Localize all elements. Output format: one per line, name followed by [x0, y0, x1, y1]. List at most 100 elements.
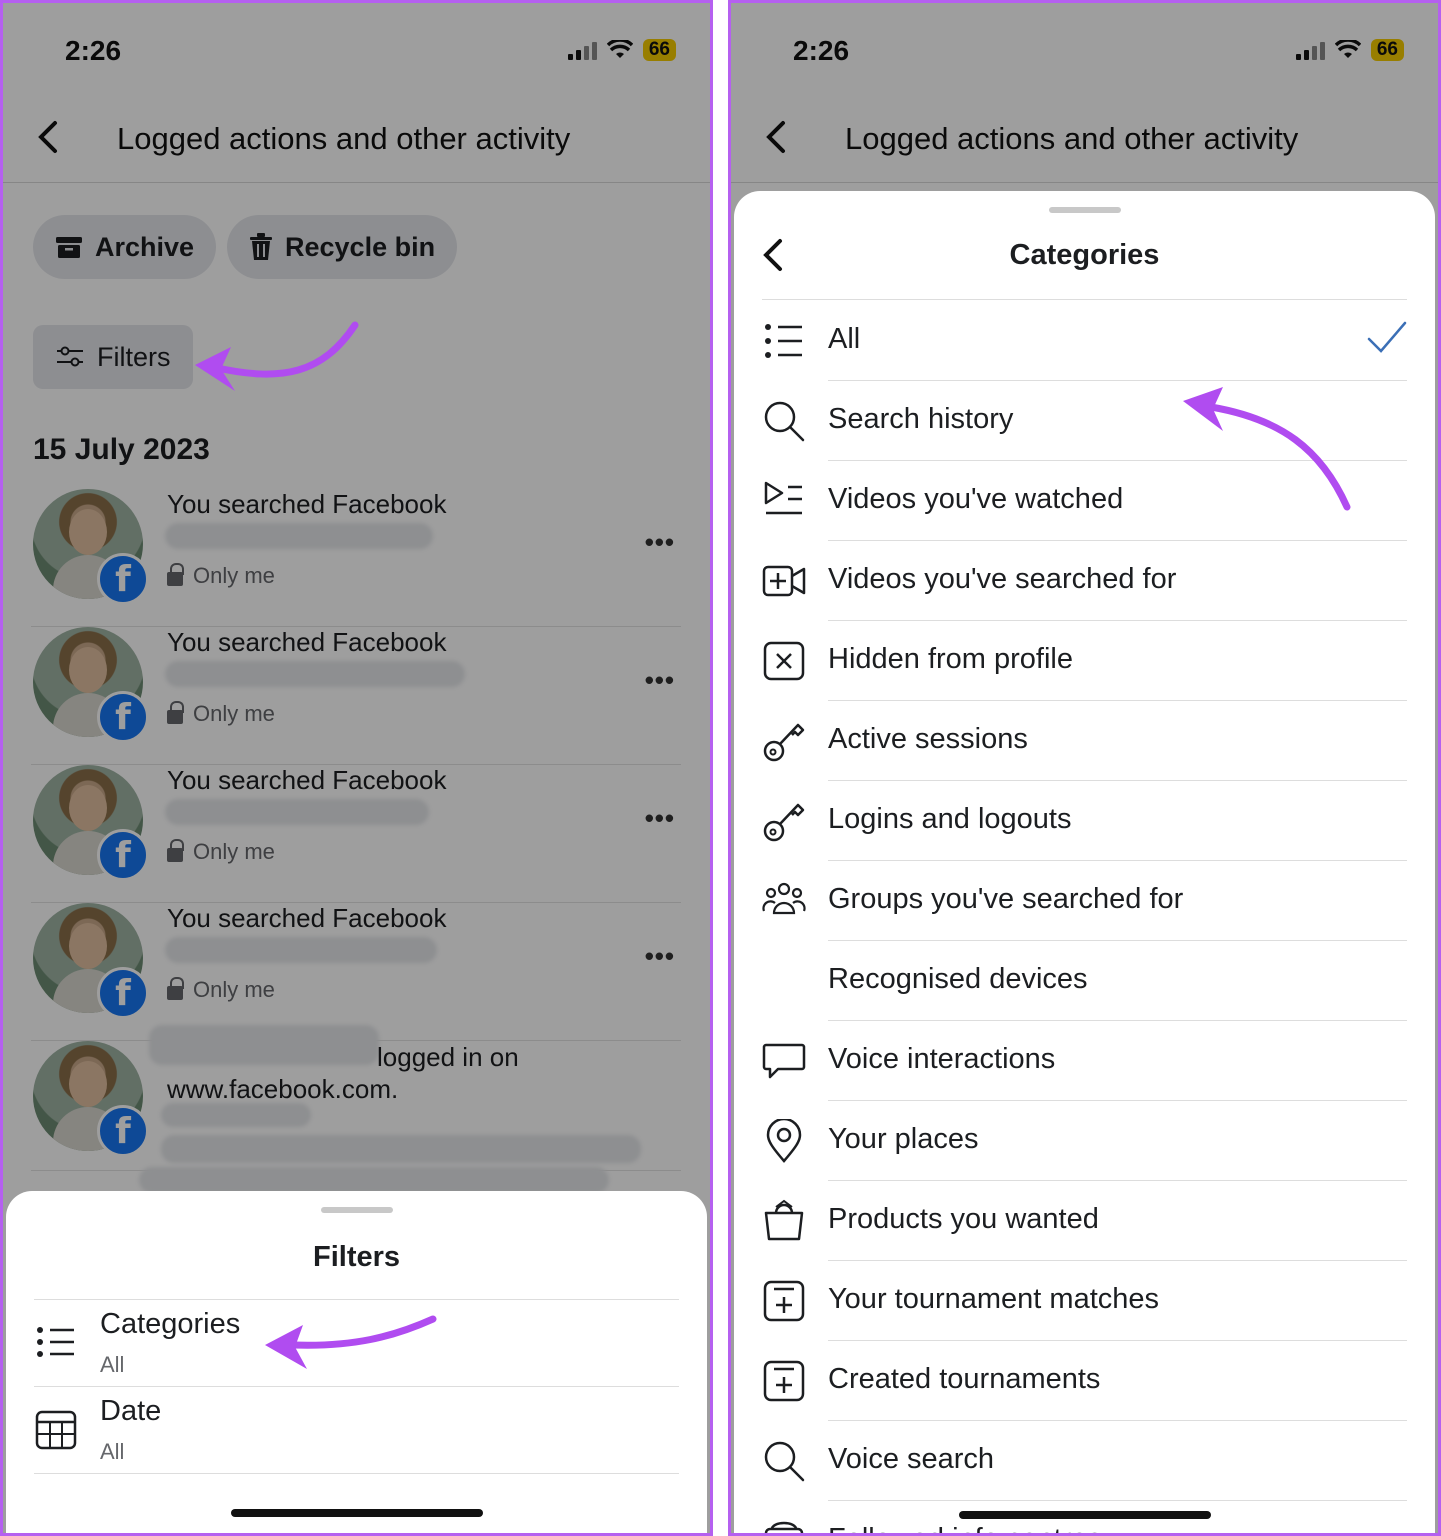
category-item-logins-logouts[interactable]: Logins and logouts: [734, 781, 1407, 861]
facebook-logo-icon: f: [97, 829, 149, 881]
facebook-logo-icon: f: [97, 1105, 149, 1157]
more-options-icon[interactable]: •••: [645, 665, 675, 696]
redacted-search-term: [165, 799, 429, 825]
page-title: Logged actions and other activity: [845, 121, 1299, 156]
trash-icon: [250, 233, 272, 260]
activity-item[interactable]: f You searched Facebook Only me •••: [31, 489, 681, 627]
privacy-text: Only me: [193, 563, 275, 588]
left-screenshot: 2:26 66 Logged actions and other activit…: [0, 0, 713, 1536]
category-item-recognised-devices[interactable]: Recognised devices: [734, 941, 1407, 1021]
categories-filter-row[interactable]: Categories All: [34, 1299, 679, 1387]
activity-item[interactable]: f You searched Facebook Only me •••: [31, 765, 681, 903]
lock-icon: [167, 839, 184, 862]
activity-item[interactable]: f You searched Facebook Only me •••: [31, 627, 681, 765]
cellular-signal-icon: [567, 40, 597, 60]
filters-sheet: Filters Categories All Date All: [6, 1191, 707, 1533]
more-options-icon[interactable]: •••: [645, 803, 675, 834]
page-title: Logged actions and other activity: [117, 121, 571, 156]
facebook-logo-icon: f: [97, 967, 149, 1019]
sheet-grabber[interactable]: [320, 1207, 393, 1213]
facebook-logo-icon: f: [97, 691, 149, 743]
category-item-search-history[interactable]: Search history: [734, 381, 1407, 461]
category-item-voice-interactions[interactable]: Voice interactions: [734, 1021, 1407, 1101]
category-label: Voice search: [828, 1443, 995, 1475]
filters-sheet-title: Filters: [312, 1241, 401, 1273]
hidden-x-icon: [763, 641, 805, 681]
archive-label: Archive: [95, 231, 195, 262]
wifi-icon: [1334, 40, 1361, 58]
filters-button[interactable]: Filters: [33, 325, 193, 389]
location-pin-icon: [766, 1119, 802, 1163]
status-icons: 66: [567, 39, 676, 61]
category-label: All: [828, 323, 861, 355]
tournament-icon: [763, 1280, 805, 1322]
home-indicator: [230, 1509, 483, 1517]
category-item-tournament-matches[interactable]: Your tournament matches: [734, 1261, 1407, 1341]
category-label: Products you wanted: [828, 1203, 1099, 1235]
category-item-products-wanted[interactable]: Products you wanted: [734, 1181, 1407, 1261]
back-arrow-icon[interactable]: [761, 117, 791, 157]
date-value: All: [100, 1439, 125, 1464]
categories-value: All: [100, 1352, 125, 1377]
category-item-created-tournaments[interactable]: Created tournaments: [734, 1341, 1407, 1421]
battery-indicator: 66: [642, 39, 676, 61]
category-item-voice-search[interactable]: Voice search: [734, 1421, 1407, 1501]
activity-item[interactable]: f logged in on www.facebook.com.: [31, 1025, 681, 1171]
activity-title: You searched Facebook: [167, 627, 447, 657]
categories-sheet-title: Categories: [1009, 239, 1160, 271]
category-item-groups-searched[interactable]: Groups you've searched for: [734, 861, 1407, 941]
page-header: Logged actions and other activity: [731, 103, 1438, 183]
status-time: 2:26: [793, 35, 850, 66]
category-label: Videos you've watched: [828, 483, 1124, 515]
date-heading: 15 July 2023: [33, 433, 210, 466]
cellular-signal-icon: [1295, 40, 1325, 60]
category-item-videos-searched[interactable]: Videos you've searched for: [734, 541, 1407, 621]
key-icon: [763, 723, 805, 762]
category-label: Your tournament matches: [828, 1283, 1160, 1315]
shopping-bag-icon: [764, 1199, 804, 1241]
privacy-text: Only me: [193, 701, 275, 726]
activity-item[interactable]: f You searched Facebook Only me •••: [31, 903, 681, 1041]
redacted-detail: [139, 1167, 609, 1193]
category-item-all[interactable]: All: [734, 301, 1407, 381]
category-label: Followed info centres: [828, 1523, 1102, 1533]
category-item-videos-watched[interactable]: Videos you've watched: [734, 461, 1407, 541]
annotation-arrow-filters: [195, 321, 359, 391]
category-label: Groups you've searched for: [828, 883, 1184, 915]
back-arrow-icon[interactable]: [33, 117, 63, 157]
tournament-icon: [763, 1360, 805, 1402]
lock-icon: [167, 563, 184, 586]
recycle-bin-label: Recycle bin: [285, 231, 436, 262]
search-icon: [764, 1441, 805, 1482]
privacy-text: Only me: [193, 839, 275, 864]
category-label: Your places: [828, 1123, 979, 1155]
categories-sheet: Categories All Search history Videos you…: [734, 191, 1435, 1533]
privacy-label: Only me: [167, 701, 275, 727]
privacy-label: Only me: [167, 563, 275, 589]
home-indicator: [958, 1511, 1211, 1519]
date-filter-row[interactable]: Date All: [34, 1386, 679, 1474]
archive-button[interactable]: Archive: [33, 215, 217, 279]
category-label: Logins and logouts: [828, 803, 1072, 835]
activity-title: You searched Facebook: [167, 903, 447, 933]
category-label: Active sessions: [828, 723, 1028, 755]
recycle-bin-button[interactable]: Recycle bin: [227, 215, 458, 279]
activity-login-line2: www.facebook.com.: [167, 1074, 399, 1104]
category-label: Search history: [828, 403, 1014, 435]
category-item-active-sessions[interactable]: Active sessions: [734, 701, 1407, 781]
more-options-icon[interactable]: •••: [645, 941, 675, 972]
category-item-hidden-from-profile[interactable]: Hidden from profile: [734, 621, 1407, 701]
sheet-grabber[interactable]: [1048, 207, 1121, 213]
archive-icon: [56, 237, 82, 258]
page-header: Logged actions and other activity: [3, 103, 710, 183]
filters-label: Filters: [97, 341, 171, 372]
category-item-your-places[interactable]: Your places: [734, 1101, 1407, 1181]
activity-login-line1: logged in on: [377, 1042, 519, 1072]
lock-icon: [167, 977, 184, 1000]
lock-icon: [167, 701, 184, 724]
video-list-icon: [764, 481, 802, 515]
facebook-logo-icon: f: [97, 553, 149, 605]
groups-icon: [762, 882, 806, 915]
info-centre-icon: [764, 1521, 804, 1533]
more-options-icon[interactable]: •••: [645, 527, 675, 558]
